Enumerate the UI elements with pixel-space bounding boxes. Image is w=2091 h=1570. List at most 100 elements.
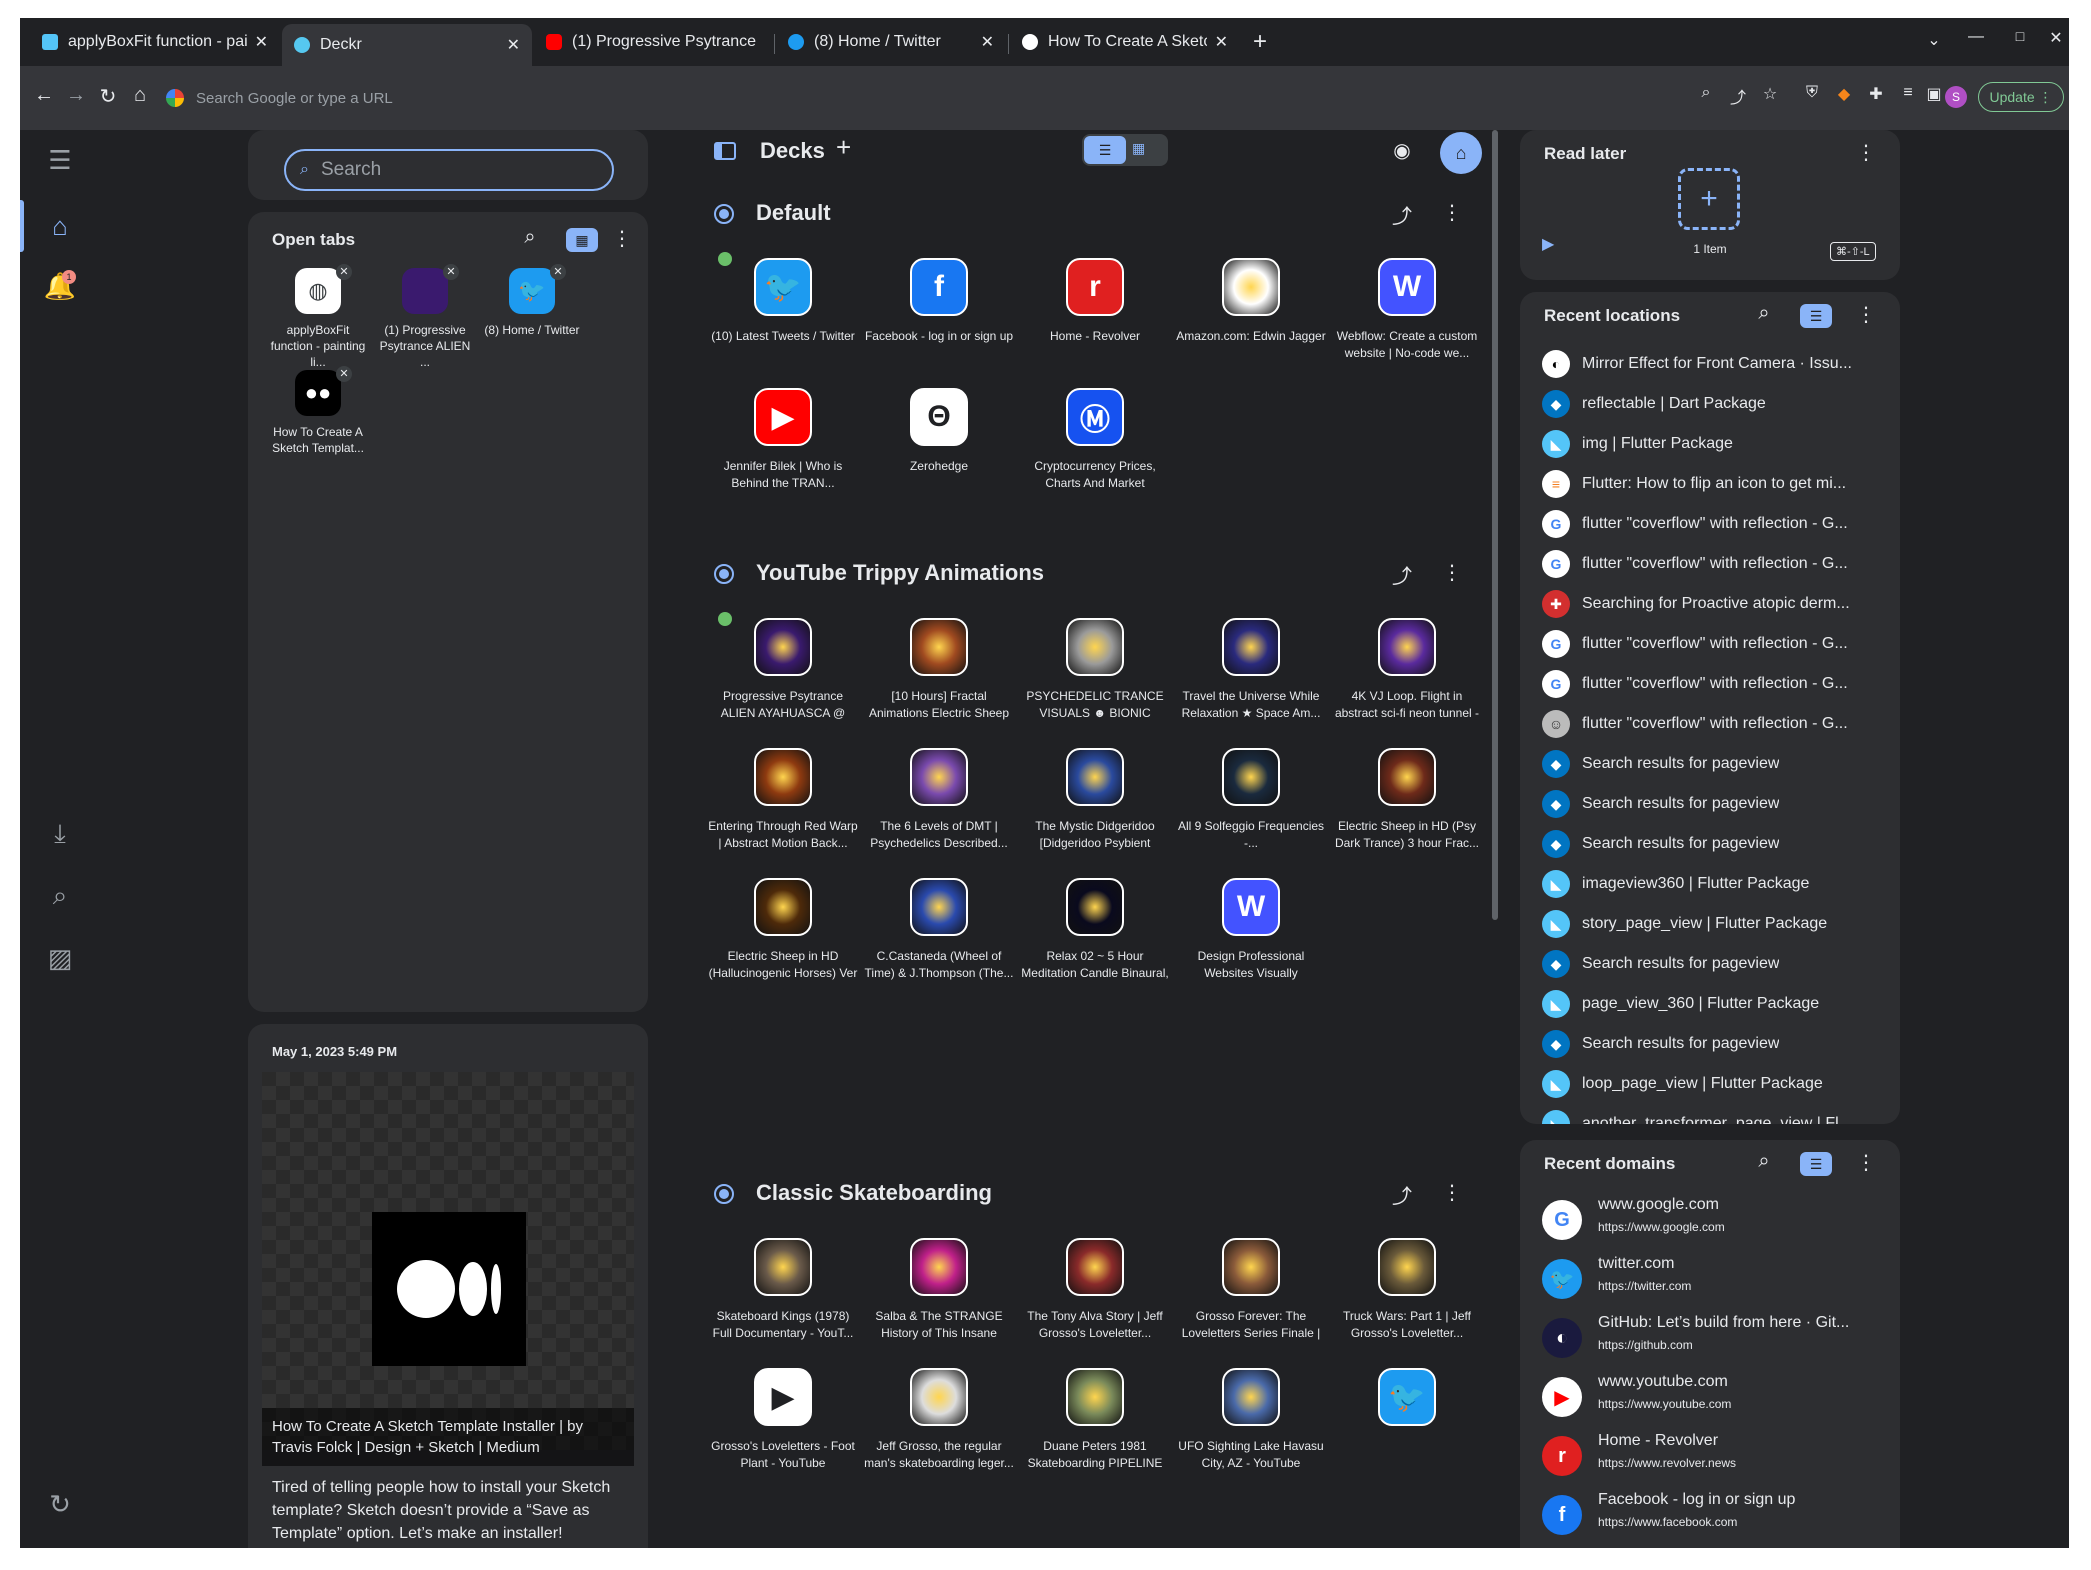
- open-tab-item[interactable]: 🐦 (8) Home / Twitter ✕: [482, 264, 582, 338]
- tab-psytrance[interactable]: (1) Progressive Psytrance: [534, 24, 774, 60]
- tab-applyboxfit[interactable]: applyBoxFit function - pai ✕: [30, 24, 280, 60]
- close-window-button[interactable]: ✕: [2042, 28, 2069, 48]
- deck-tile[interactable]: Relax 02 ~ 5 Hour Meditation Candle Bina…: [1020, 878, 1170, 982]
- deck-tile[interactable]: UFO Sighting Lake Havasu City, AZ - YouT…: [1176, 1368, 1326, 1472]
- open-tab-item[interactable]: (1) Progressive Psytrance ALIEN ... ✕: [375, 264, 475, 370]
- deck-tile[interactable]: W Webflow: Create a custom website | No-c…: [1332, 258, 1482, 362]
- deck-tile[interactable]: C.Castaneda (Wheel of Time) & J.Thompson…: [864, 878, 1014, 982]
- recent-location-item[interactable]: ☺ flutter "coverflow" with reflection - G…: [1542, 704, 1862, 744]
- tab-search-icon[interactable]: ⌄: [1920, 30, 1948, 50]
- deck-tile[interactable]: Grosso Forever: The Loveletters Series F…: [1176, 1238, 1326, 1342]
- recent-location-item[interactable]: ≡ Flutter: How to flip an icon to get mi.…: [1542, 464, 1862, 504]
- deck-tile[interactable]: The 6 Levels of DMT | Psychedelics Descr…: [864, 748, 1014, 852]
- deck-tile[interactable]: Truck Wars: Part 1 | Jeff Grosso's Lovel…: [1332, 1238, 1482, 1342]
- close-icon[interactable]: ✕: [550, 264, 566, 280]
- recent-location-item[interactable]: ◆ reflectable | Dart Package: [1542, 384, 1862, 424]
- recent-domain-item[interactable]: r Home - Revolver https://www.revolver.new…: [1542, 1426, 1882, 1484]
- more-options-icon[interactable]: ⋮: [1440, 1180, 1464, 1205]
- deck-tile[interactable]: Electric Sheep in HD (Psy Dark Trance) 3…: [1332, 748, 1482, 852]
- deck-select-radio[interactable]: [714, 1184, 734, 1204]
- close-icon[interactable]: ✕: [443, 264, 459, 280]
- share-icon[interactable]: ⤴: [1390, 560, 1414, 589]
- recent-location-item[interactable]: ◆ Search results for pageview: [1542, 1024, 1862, 1064]
- more-options-icon[interactable]: ⋮: [1440, 200, 1464, 225]
- deck-select-radio[interactable]: [714, 564, 734, 584]
- recent-location-item[interactable]: ◆ Search results for pageview: [1542, 824, 1862, 864]
- forward-button[interactable]: →: [62, 84, 90, 107]
- list-view-button[interactable]: ☰: [1800, 304, 1832, 328]
- deck-tile[interactable]: r Home - Revolver: [1020, 258, 1170, 362]
- recent-location-item[interactable]: ◆ Search results for pageview: [1542, 944, 1862, 984]
- list-view-button[interactable]: ☰: [1800, 1152, 1832, 1176]
- deck-tile[interactable]: Amazon.com: Edwin Jagger: [1176, 258, 1326, 362]
- more-options-icon[interactable]: ⋮: [1854, 1150, 1878, 1175]
- bookmark-star-icon[interactable]: ☆: [1756, 84, 1784, 104]
- close-icon[interactable]: ✕: [507, 35, 520, 55]
- recent-domain-item[interactable]: f Facebook - log in or sign up https://www…: [1542, 1485, 1882, 1543]
- recent-location-item[interactable]: ◣ another_transformer_page_view | Fl...: [1542, 1104, 1862, 1124]
- deck-tile[interactable]: The Tony Alva Story | Jeff Grosso's Love…: [1020, 1238, 1170, 1342]
- recent-location-item[interactable]: ◣ img | Flutter Package: [1542, 424, 1862, 464]
- zoom-icon[interactable]: ⌕: [1692, 84, 1720, 102]
- deck-tile[interactable]: Ⓜ Cryptocurrency Prices, Charts And Marke…: [1020, 388, 1170, 492]
- deck-select-radio[interactable]: [714, 204, 734, 224]
- home-icon[interactable]: ⌂: [36, 202, 84, 250]
- preview-image[interactable]: [262, 1072, 634, 1450]
- close-icon[interactable]: ✕: [336, 264, 352, 280]
- close-icon[interactable]: ✕: [336, 366, 352, 382]
- deck-tile[interactable]: ▶ Grosso's Loveletters - Foot Plant - You…: [708, 1368, 858, 1472]
- search-input[interactable]: ⌕ Search: [284, 149, 614, 191]
- share-icon[interactable]: ⤴: [1390, 200, 1414, 229]
- tab-deckr[interactable]: Deckr ✕: [282, 24, 532, 66]
- deck-tile[interactable]: Entering Through Red Warp | Abstract Mot…: [708, 748, 858, 852]
- new-tab-button[interactable]: +: [1246, 28, 1274, 56]
- store-icon[interactable]: ⌂: [1440, 132, 1482, 174]
- metamask-icon[interactable]: ◆: [1830, 84, 1858, 104]
- refresh-icon[interactable]: ↻: [36, 1480, 84, 1528]
- grid-view-button[interactable]: ▦: [1132, 140, 1145, 157]
- search-icon[interactable]: ⌕: [1752, 302, 1776, 325]
- open-tab-item[interactable]: ●● How To Create A Sketch Templat... ✕: [268, 366, 368, 456]
- deck-tile[interactable]: ▶ Jennifer Bilek | Who is Behind the TRAN…: [708, 388, 858, 492]
- open-tab-item[interactable]: ◍ applyBoxFit function - painting li... ✕: [268, 264, 368, 370]
- minimize-button[interactable]: —: [1962, 28, 1990, 46]
- more-options-icon[interactable]: ⋮: [610, 226, 634, 251]
- close-icon[interactable]: ✕: [1215, 32, 1228, 52]
- search-icon[interactable]: ⌕: [518, 226, 542, 249]
- deck-tile[interactable]: Electric Sheep in HD (Hallucinogenic Hor…: [708, 878, 858, 982]
- tab-medium[interactable]: How To Create A Sketch T ✕: [1010, 24, 1240, 60]
- deck-tile[interactable]: Θ Zerohedge: [864, 388, 1014, 492]
- scrollbar[interactable]: [1492, 130, 1498, 920]
- deck-tile[interactable]: f Facebook - log in or sign up: [864, 258, 1014, 362]
- recent-location-item[interactable]: Gflutter "coverflow" with reflection - G…: [1542, 544, 1862, 584]
- grid-view-button[interactable]: ▦: [566, 228, 598, 252]
- more-options-icon[interactable]: ⋮: [1854, 302, 1878, 327]
- close-icon[interactable]: ✕: [255, 32, 268, 52]
- sidebar-toggle-icon[interactable]: [714, 142, 736, 160]
- image-icon[interactable]: ▨: [36, 934, 84, 982]
- recent-domain-item[interactable]: ▶ www.youtube.com https://www.youtube.com: [1542, 1367, 1882, 1425]
- deck-tile[interactable]: W Design Professional Websites Visually: [1176, 878, 1326, 982]
- profile-avatar[interactable]: S: [1945, 86, 1967, 108]
- deck-tile[interactable]: [10 Hours] Fractal Animations Electric S…: [864, 618, 1014, 722]
- side-panel-icon[interactable]: ▣: [1920, 84, 1948, 104]
- deck-tile[interactable]: 4K VJ Loop. Flight in abstract sci-fi ne…: [1332, 618, 1482, 722]
- notifications-icon[interactable]: 🔔 1: [36, 262, 84, 310]
- share-icon[interactable]: ⤴: [1390, 1180, 1414, 1209]
- deck-tile[interactable]: 🐦 (10) Latest Tweets / Twitter: [708, 258, 858, 362]
- eye-icon[interactable]: ◉: [1390, 138, 1414, 163]
- recent-location-item[interactable]: ◣ story_page_view | Flutter Package: [1542, 904, 1862, 944]
- search-icon[interactable]: ⌕: [36, 872, 84, 920]
- recent-domain-item[interactable]: Gwww.google.com https://www.google.com: [1542, 1190, 1882, 1248]
- recent-domain-item[interactable]: ◐ GitHub: Let’s build from here · Git... h…: [1542, 1308, 1882, 1366]
- recent-location-item[interactable]: Gflutter "coverflow" with reflection - G…: [1542, 504, 1862, 544]
- recent-location-item[interactable]: ◆ Search results for pageview: [1542, 744, 1862, 784]
- deck-tile[interactable]: Progressive Psytrance ALIEN AYAHUASCA @ …: [708, 618, 858, 722]
- recent-location-item[interactable]: ◐ Mirror Effect for Front Camera · Issu..…: [1542, 344, 1862, 384]
- recent-location-item[interactable]: Gflutter "coverflow" with reflection - G…: [1542, 664, 1862, 704]
- recent-location-item[interactable]: ◣ imageview360 | Flutter Package: [1542, 864, 1862, 904]
- recent-location-item[interactable]: ✚ Searching for Proactive atopic derm...: [1542, 584, 1862, 624]
- deck-tile[interactable]: Duane Peters 1981 Skateboarding PIPELINE…: [1020, 1368, 1170, 1472]
- search-icon[interactable]: ⌕: [1752, 1150, 1776, 1173]
- close-icon[interactable]: ✕: [981, 32, 994, 52]
